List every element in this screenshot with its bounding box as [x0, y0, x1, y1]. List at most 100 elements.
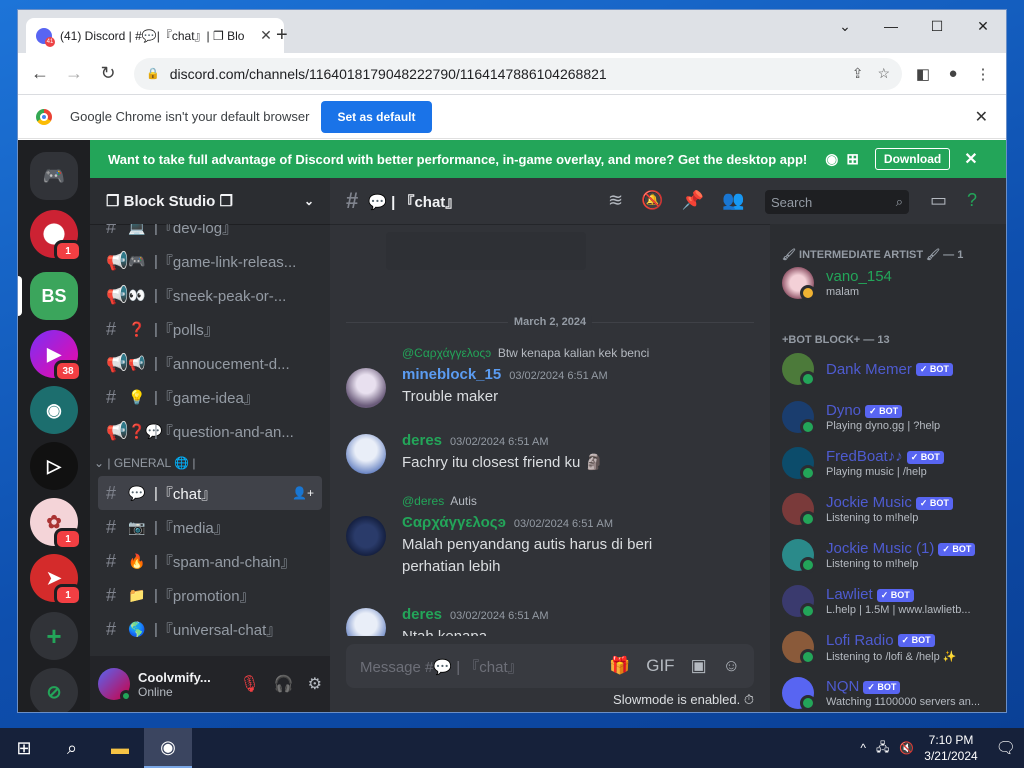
back-icon[interactable]: ← — [26, 60, 54, 88]
channel-item[interactable]: 📢 ❓💬 | 『question-and-an... — [98, 414, 322, 448]
avatar — [782, 631, 816, 665]
server-icon-6[interactable]: ✿ 1 — [30, 498, 82, 550]
sticker-icon[interactable]: ▣ — [691, 656, 707, 676]
close-banner-icon[interactable]: ✕ — [964, 149, 977, 169]
help-icon[interactable]: ? — [967, 190, 977, 211]
server-icon-7[interactable]: ➤ 1 — [30, 554, 82, 606]
channel-item[interactable]: # 💡 | 『game-idea』 — [98, 380, 322, 414]
server-header[interactable]: ❐ Block Studio ❐ ⌄ — [90, 178, 330, 224]
server-icon-4[interactable]: ◉ — [30, 386, 78, 434]
network-icon[interactable]: 🖧 — [876, 738, 889, 759]
download-button[interactable]: Download — [874, 148, 951, 170]
member-item[interactable]: Jockie Music ✓ BOT Listening to m!help — [782, 488, 953, 530]
side-panel-icon[interactable]: ◧ — [908, 65, 938, 83]
chrome-taskbar-icon[interactable]: ◉ — [144, 728, 192, 768]
channel-item[interactable]: # 📁 | 『promotion』 — [98, 578, 322, 612]
member-item[interactable]: FredBoat♪♪ ✓ BOT Playing music | /help — [782, 442, 944, 484]
set-default-button[interactable]: Set as default — [321, 100, 432, 133]
channel-item[interactable]: 📢 📢 | 『annoucement-d... — [98, 346, 322, 380]
channel-item[interactable]: # 🔥 | 『spam-and-chain』 — [98, 544, 322, 578]
reply-preview[interactable]: @Ͼαρχάγγελοςͽ Btw kenapa kalian kek benc… — [402, 346, 649, 360]
message-author[interactable]: deres 03/02/2024 6:51 AM — [402, 606, 549, 623]
role-header: +BOT BLOCK+ — 13 — [782, 334, 890, 346]
channel-list: # 💻 | 『dev-log』 📢 🎮 | 『game-link-releas... 📢… — [90, 224, 330, 656]
headphones-icon[interactable]: 🎧 — [274, 674, 294, 694]
member-item[interactable]: Lofi Radio ✓ BOT Listening to /lofi & /hel… — [782, 626, 957, 668]
avatar[interactable] — [98, 668, 132, 702]
threads-icon[interactable]: ≋ — [608, 190, 623, 211]
channel-item[interactable]: 📢 👀 | 『sneek-peak-or-... — [98, 278, 322, 312]
forward-icon[interactable]: → — [60, 60, 88, 88]
gift-icon[interactable]: 🎁 — [609, 656, 630, 676]
member-item[interactable]: Jockie Music (1) ✓ BOT Listening to m!help — [782, 534, 976, 576]
category-general[interactable]: ⌄ | GENERAL 🌐 | — [90, 448, 330, 476]
message-author[interactable]: mineblock_15 03/02/2024 6:51 AM — [402, 366, 608, 383]
tab-search-icon[interactable]: ⌄ — [822, 10, 868, 42]
new-tab-icon[interactable]: + — [276, 24, 288, 47]
omnibox[interactable]: 🔒 discord.com/channels/11640181790482227… — [134, 57, 902, 90]
server-icon-5[interactable]: ▷ — [30, 442, 78, 490]
lock-icon[interactable]: 🔒 — [146, 67, 160, 80]
gear-icon[interactable]: ⚙ — [308, 674, 322, 694]
message-author[interactable]: deres 03/02/2024 6:51 AM — [402, 432, 549, 449]
message-author[interactable]: Ͼαρχάγγελοςͽ 03/02/2024 6:51 AM — [402, 514, 613, 531]
avatar[interactable] — [346, 434, 386, 474]
notifications-icon[interactable]: 🗨 — [996, 738, 1016, 758]
channel-item-chat[interactable]: # 💬 | 『chat』 👤+ — [98, 476, 322, 510]
reload-icon[interactable]: ↻ — [94, 60, 122, 88]
bookmark-star-icon[interactable]: ☆ — [877, 65, 890, 82]
profile-icon[interactable]: ● — [938, 65, 968, 82]
channel-item[interactable]: # 🌎 | 『universal-chat』 — [98, 612, 322, 646]
channel-item[interactable]: 📢 🎮 | 『game-link-releas... — [98, 244, 322, 278]
search-icon[interactable]: ⌕ — [48, 728, 96, 768]
server-icon-1[interactable]: 1 — [30, 210, 82, 262]
search-icon: ⌕ — [895, 194, 903, 209]
avatar — [782, 493, 816, 527]
server-icon-3[interactable]: ▶ 38 — [30, 330, 82, 382]
channel-item[interactable]: # 💻 | 『dev-log』 — [98, 224, 322, 244]
close-window-icon[interactable]: ✕ — [960, 10, 1006, 42]
slowmode-notice: Slowmode is enabled. ⏱ — [613, 692, 754, 707]
members-icon[interactable]: 👥 — [722, 190, 744, 211]
add-member-icon[interactable]: 👤+ — [292, 486, 314, 500]
chevron-down-icon[interactable]: ⌄ — [304, 194, 314, 208]
reply-preview[interactable]: @deres Autis — [402, 494, 477, 508]
explore-icon[interactable]: ⊘ — [30, 668, 78, 712]
add-server-icon[interactable]: + — [30, 612, 78, 660]
menu-icon[interactable]: ⋮ — [968, 65, 998, 83]
message-input[interactable]: Message #💬 | 『chat』 🎁 GIF ▣ ☺ — [346, 644, 754, 688]
gif-icon[interactable]: GIF — [646, 656, 674, 676]
server-icon-block-studio[interactable]: BS — [30, 272, 78, 320]
channel-item[interactable]: # ❓ | 『polls』 — [98, 312, 322, 346]
member-item[interactable]: vano_154 malam — [782, 262, 892, 304]
file-explorer-icon[interactable]: ▬ — [96, 728, 144, 768]
chevron-down-icon: ⌄ — [94, 456, 108, 470]
volume-icon[interactable]: 🔇 — [899, 741, 914, 755]
member-item[interactable]: Dank Memer ✓ BOT — [782, 348, 953, 390]
search-input[interactable]: Search ⌕ — [765, 190, 909, 214]
channel-item[interactable]: # 📷 | 『media』 — [98, 510, 322, 544]
clock[interactable]: 7:10 PM 3/21/2024 — [924, 732, 977, 764]
maximize-icon[interactable]: ☐ — [914, 10, 960, 42]
start-icon[interactable]: ⊞ — [0, 728, 48, 768]
member-item[interactable]: NQN ✓ BOT Watching 1100000 servers an... — [782, 672, 980, 712]
avatar[interactable] — [346, 368, 386, 408]
avatar[interactable] — [346, 608, 386, 636]
browser-tab[interactable]: 41 (41) Discord | #💬|『chat』| ❐ Blo ✕ — [26, 18, 284, 53]
close-tab-icon[interactable]: ✕ — [258, 27, 274, 44]
inbox-icon[interactable]: ▭ — [930, 190, 947, 211]
member-item[interactable]: Dyno ✓ BOT Playing dyno.gg | ?help — [782, 396, 940, 438]
chevron-up-icon[interactable]: ^ — [860, 741, 866, 755]
mute-notifications-icon[interactable]: 🔕 — [641, 190, 663, 211]
close-infobar-icon[interactable]: ✕ — [975, 107, 988, 127]
pin-icon[interactable]: 📌 — [682, 190, 704, 211]
share-icon[interactable]: ⇪ — [852, 65, 864, 82]
member-item[interactable]: Lawliet ✓ BOT L.help | 1.5M | www.lawlietb… — [782, 580, 971, 622]
avatar — [782, 267, 816, 301]
minimize-icon[interactable]: — — [868, 10, 914, 42]
mute-mic-icon[interactable]: 🎙 — [239, 674, 259, 694]
avatar[interactable] — [346, 516, 386, 556]
message-item: @Ͼαρχάγγελοςͽ Btw kenapa kalian kek benc… — [346, 346, 754, 410]
discord-home-icon[interactable]: 🎮 — [30, 152, 78, 200]
emoji-icon[interactable]: ☺ — [723, 656, 740, 676]
